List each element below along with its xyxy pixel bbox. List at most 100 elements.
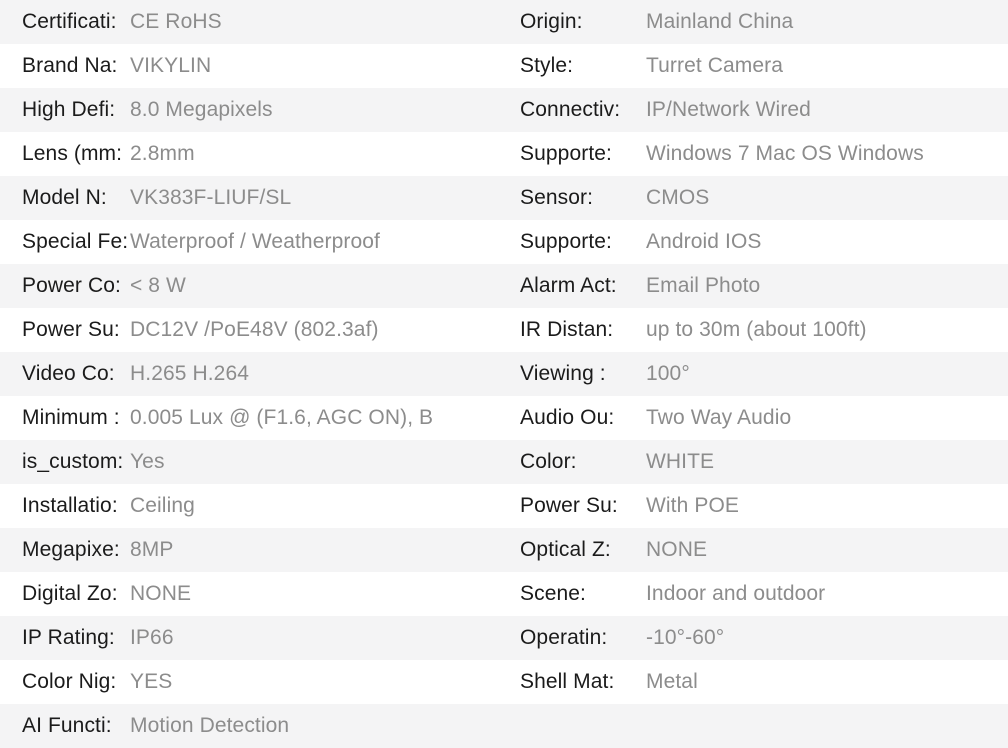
spec-cell: Color: [504,440,644,484]
spec-cell: Audio Ou: [504,396,644,440]
spec-value: Motion Detection [130,714,290,737]
spec-label: Power Co: [22,274,121,297]
spec-cell: Viewing : [504,352,644,396]
spec-cell: up to 30m (about 100ft) [644,308,1008,352]
spec-value: Mainland China [646,10,794,33]
spec-label: Style: [520,54,574,77]
spec-label: Operatin: [520,626,608,649]
spec-row: Model N: VK383F-LIUF/SL Sensor: CMOS [0,176,1008,220]
spec-cell: Origin: [504,0,644,44]
spec-label: Scene: [520,582,586,605]
spec-cell: Color Nig: [0,660,128,704]
spec-label: Optical Z: [520,538,611,561]
spec-cell: IP Rating: [0,616,128,660]
spec-value: With POE [646,494,739,517]
spec-row: High Defi: 8.0 Megapixels Connectiv: IP/Net… [0,88,1008,132]
spec-row: Color Nig: YES Shell Mat: Metal [0,660,1008,704]
specification-table-body: Certificati: CE RoHS Origin: Mainland China… [0,0,1008,748]
spec-label: Connectiv: [520,98,621,121]
spec-cell: IP/Network Wired [644,88,1008,132]
spec-value: Android IOS [646,230,762,253]
spec-cell: Power Su: [0,308,128,352]
spec-value: 100° [646,362,690,385]
spec-cell: 0.005 Lux @ (F1.6, AGC ON), B [128,396,504,440]
spec-cell: YES [128,660,504,704]
spec-cell: NONE [644,528,1008,572]
spec-label: Supporte: [520,142,612,165]
spec-label: Video Co: [22,362,115,385]
spec-cell: Power Su: [504,484,644,528]
spec-cell: -10°-60° [644,616,1008,660]
spec-cell: AI Functi: [0,704,128,748]
spec-cell: Alarm Act: [504,264,644,308]
spec-cell [644,704,1008,748]
spec-label: Power Su: [22,318,120,341]
spec-cell: With POE [644,484,1008,528]
spec-cell: Android IOS [644,220,1008,264]
spec-value: H.265 H.264 [130,362,250,385]
spec-cell: Installatio: [0,484,128,528]
spec-label: Certificati: [22,10,117,33]
spec-cell: Style: [504,44,644,88]
spec-value: VIKYLIN [130,54,212,77]
spec-label: Minimum : [22,406,120,429]
spec-row: Brand Na: VIKYLIN Style: Turret Camera [0,44,1008,88]
spec-value: IP/Network Wired [646,98,811,121]
spec-cell: DC12V /PoE48V (802.3af) [128,308,504,352]
spec-cell: Two Way Audio [644,396,1008,440]
spec-cell: Waterproof / Weatherproof [128,220,504,264]
spec-row: Power Co: < 8 W Alarm Act: Email Photo [0,264,1008,308]
spec-cell: High Defi: [0,88,128,132]
spec-value: CE RoHS [130,10,222,33]
specification-table: Certificati: CE RoHS Origin: Mainland China… [0,0,1008,748]
spec-value: CMOS [646,186,710,209]
spec-row: Power Su: DC12V /PoE48V (802.3af) IR Dista… [0,308,1008,352]
spec-value: Turret Camera [646,54,784,77]
spec-cell: Model N: [0,176,128,220]
spec-row: Certificati: CE RoHS Origin: Mainland China [0,0,1008,44]
spec-cell: Special Fe: [0,220,128,264]
spec-cell: VK383F-LIUF/SL [128,176,504,220]
spec-cell: Scene: [504,572,644,616]
spec-cell: Yes [128,440,504,484]
spec-label: Color: [520,450,577,473]
spec-value: < 8 W [130,274,186,297]
spec-row: AI Functi: Motion Detection [0,704,1008,748]
spec-cell: VIKYLIN [128,44,504,88]
spec-label: Power Su: [520,494,618,517]
spec-cell: Lens (mm: [0,132,128,176]
spec-value: NONE [130,582,192,605]
spec-cell: IR Distan: [504,308,644,352]
spec-value: 0.005 Lux @ (F1.6, AGC ON), B [130,406,434,429]
spec-cell: Megapixe: [0,528,128,572]
spec-row: is_custom: Yes Color: WHITE [0,440,1008,484]
spec-label: Sensor: [520,186,594,209]
spec-label: is_custom: [22,450,124,473]
spec-cell: WHITE [644,440,1008,484]
spec-cell: 8.0 Megapixels [128,88,504,132]
spec-value: Ceiling [130,494,195,517]
spec-value: Yes [130,450,165,473]
spec-label: IP Rating: [22,626,115,649]
spec-cell: Indoor and outdoor [644,572,1008,616]
spec-value: up to 30m (about 100ft) [646,318,867,341]
spec-value: DC12V /PoE48V (802.3af) [130,318,379,341]
spec-cell: NONE [128,572,504,616]
spec-row: IP Rating: IP66 Operatin: -10°-60° [0,616,1008,660]
spec-cell: Digital Zo: [0,572,128,616]
spec-value: NONE [646,538,708,561]
spec-label: Brand Na: [22,54,118,77]
spec-cell: Connectiv: [504,88,644,132]
spec-cell: Operatin: [504,616,644,660]
spec-cell: Metal [644,660,1008,704]
spec-cell: Windows 7 Mac OS Windows [644,132,1008,176]
spec-row: Minimum : 0.005 Lux @ (F1.6, AGC ON), B Au… [0,396,1008,440]
spec-value: 8MP [130,538,174,561]
spec-label: Color Nig: [22,670,117,693]
spec-cell: < 8 W [128,264,504,308]
spec-cell: Shell Mat: [504,660,644,704]
spec-cell: Supporte: [504,132,644,176]
spec-cell: H.265 H.264 [128,352,504,396]
spec-label: Special Fe: [22,230,128,253]
spec-value: IP66 [130,626,174,649]
